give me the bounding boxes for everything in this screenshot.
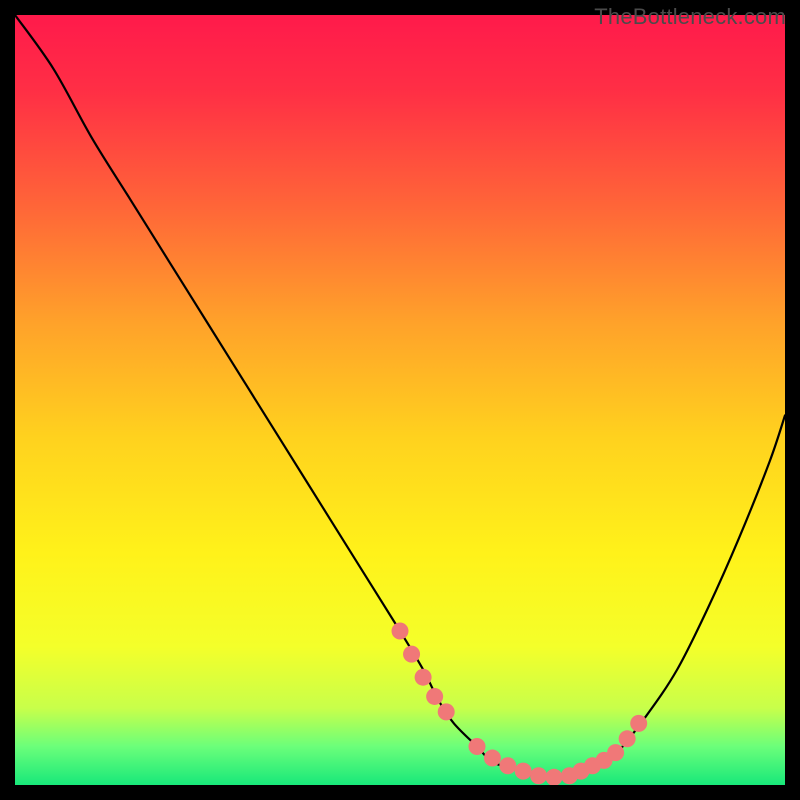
plot-area: [15, 15, 785, 785]
highlight-dot: [392, 623, 409, 640]
highlight-dot: [438, 703, 455, 720]
chart-container: TheBottleneck.com: [0, 0, 800, 800]
gradient-background: [15, 15, 785, 785]
highlight-dot: [499, 757, 516, 774]
bottleneck-chart: [15, 15, 785, 785]
highlight-dot: [607, 744, 624, 761]
highlight-dot: [415, 669, 432, 686]
watermark-text: TheBottleneck.com: [594, 4, 786, 30]
highlight-dot: [619, 730, 636, 747]
highlight-dot: [515, 763, 532, 780]
highlight-dot: [469, 738, 486, 755]
highlight-dot: [403, 646, 420, 663]
highlight-dot: [530, 767, 547, 784]
highlight-dot: [630, 715, 647, 732]
highlight-dot: [426, 688, 443, 705]
highlight-dot: [546, 769, 563, 785]
highlight-dot: [484, 750, 501, 767]
